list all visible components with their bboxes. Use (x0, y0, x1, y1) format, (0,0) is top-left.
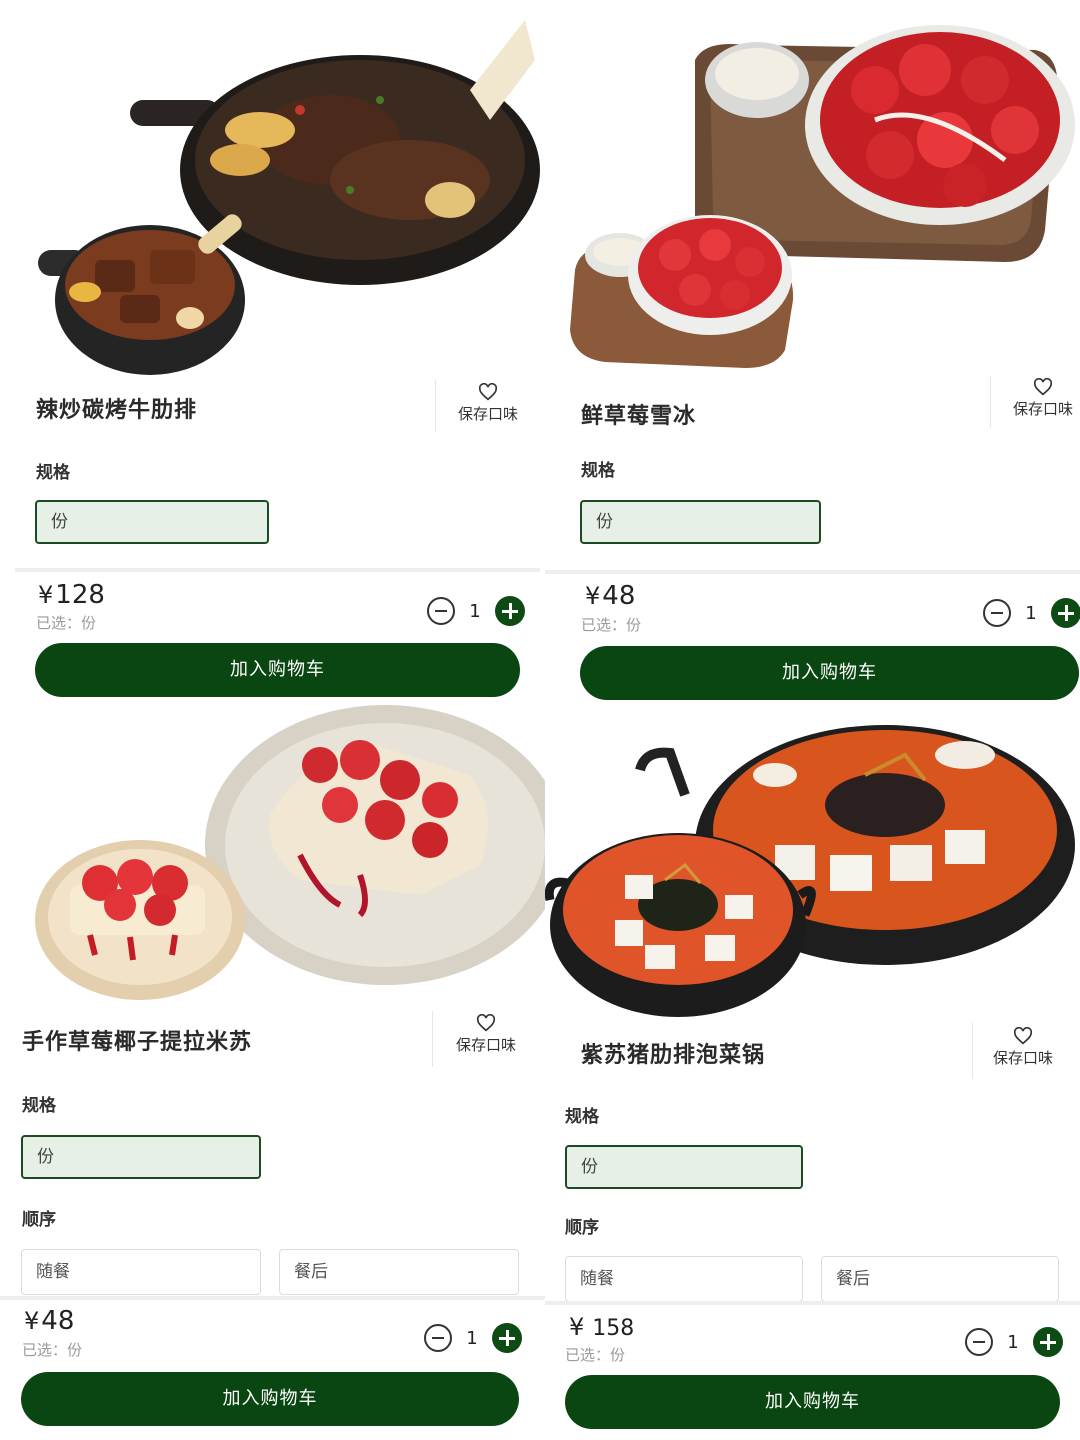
increase-button[interactable] (1051, 598, 1080, 628)
add-to-cart-button[interactable]: 加入购物车 (35, 643, 520, 697)
product-title: 鲜草莓雪冰 (581, 404, 697, 429)
decrease-button[interactable] (427, 597, 455, 625)
divider (545, 570, 1080, 574)
divider (15, 568, 540, 572)
product-image-strawberry-bingsu (545, 0, 1080, 375)
divider (432, 1011, 433, 1067)
product-title: 紫苏猪肋排泡菜锅 (581, 1043, 766, 1068)
divider (972, 1023, 973, 1079)
add-to-cart-button[interactable]: 加入购物车 (580, 646, 1079, 700)
order-option-after-meal[interactable]: 餐后 (279, 1249, 519, 1295)
product-card: 手作草莓椰子提拉米苏 保存口味 规格 份 顺序 随餐 餐后 ¥48 已选：份 1… (0, 705, 565, 1440)
divider (545, 1301, 1080, 1305)
quantity-value: 1 (1007, 1331, 1019, 1353)
heart-icon (1033, 378, 1053, 396)
decrease-button[interactable] (424, 1324, 452, 1352)
price: ¥48 (24, 1306, 74, 1336)
add-to-cart-button[interactable]: 加入购物车 (21, 1372, 519, 1426)
price-value: 48 (41, 1306, 75, 1336)
spec-label: 规格 (36, 463, 70, 483)
order-label: 顺序 (565, 1218, 599, 1238)
spec-option[interactable]: 份 (580, 500, 821, 544)
heart-icon (478, 383, 498, 401)
save-flavor-button[interactable]: 保存口味 (1003, 378, 1080, 419)
product-card: 辣炒碳烤牛肋排 保存口味 规格 份 ¥128 已选：份 1 加入购物车 (0, 0, 540, 705)
order-option-with-meal[interactable]: 随餐 (21, 1249, 261, 1295)
quantity-value: 1 (466, 1327, 478, 1349)
price: ¥128 (38, 580, 105, 610)
order-option-after-meal[interactable]: 餐后 (821, 1256, 1059, 1302)
decrease-button[interactable] (983, 599, 1011, 627)
spec-label: 规格 (22, 1096, 56, 1116)
quantity-stepper: 1 (983, 598, 1080, 628)
save-flavor-button[interactable]: 保存口味 (448, 383, 528, 424)
price-value: 158 (592, 1316, 635, 1341)
spec-option[interactable]: 份 (35, 500, 269, 544)
quantity-value: 1 (469, 600, 481, 622)
product-title: 辣炒碳烤牛肋排 (36, 398, 198, 423)
currency-symbol: ¥ (24, 1307, 40, 1335)
save-flavor-label: 保存口味 (992, 1049, 1053, 1067)
selected-summary: 已选：份 (565, 1346, 626, 1364)
save-flavor-button[interactable]: 保存口味 (446, 1014, 526, 1055)
order-option-with-meal[interactable]: 随餐 (565, 1256, 803, 1302)
order-label: 顺序 (22, 1210, 56, 1230)
save-flavor-label: 保存口味 (457, 405, 518, 423)
product-image-strawberry-tiramisu (0, 705, 565, 1005)
quantity-value: 1 (1025, 602, 1037, 624)
divider (0, 1296, 545, 1300)
increase-button[interactable] (492, 1323, 522, 1353)
decrease-button[interactable] (965, 1328, 993, 1356)
currency-symbol: ¥ (38, 581, 54, 609)
spec-label: 规格 (581, 461, 615, 481)
add-to-cart-button[interactable]: 加入购物车 (565, 1375, 1060, 1429)
product-image-kimchi-hotpot (544, 705, 1080, 1035)
currency-symbol: ¥ (585, 582, 601, 610)
product-card: 紫苏猪肋排泡菜锅 保存口味 规格 份 顺序 随餐 餐后 ¥158 已选：份 1 … (544, 705, 1080, 1440)
increase-button[interactable] (495, 596, 525, 626)
save-flavor-label: 保存口味 (1012, 400, 1073, 418)
price: ¥48 (585, 581, 635, 611)
product-card: 鲜草莓雪冰 保存口味 规格 份 ¥48 已选：份 1 加入购物车 (545, 0, 1080, 705)
heart-icon (476, 1014, 496, 1032)
selected-summary: 已选：份 (36, 614, 97, 632)
divider (435, 380, 436, 432)
quantity-stepper: 1 (427, 596, 525, 626)
save-flavor-button[interactable]: 保存口味 (983, 1027, 1063, 1068)
save-flavor-label: 保存口味 (455, 1036, 516, 1054)
currency-symbol: ¥ (569, 1313, 585, 1341)
quantity-stepper: 1 (965, 1327, 1063, 1357)
heart-icon (1013, 1027, 1033, 1045)
price-value: 48 (602, 581, 636, 611)
price: ¥158 (569, 1313, 634, 1341)
selected-summary: 已选：份 (22, 1341, 83, 1359)
selected-summary: 已选：份 (581, 616, 642, 634)
spec-option[interactable]: 份 (565, 1145, 803, 1189)
price-value: 128 (55, 580, 105, 610)
divider (990, 376, 991, 428)
product-title: 手作草莓椰子提拉米苏 (22, 1030, 253, 1055)
spec-option[interactable]: 份 (21, 1135, 261, 1179)
increase-button[interactable] (1033, 1327, 1063, 1357)
quantity-stepper: 1 (424, 1323, 522, 1353)
spec-label: 规格 (565, 1107, 599, 1127)
product-image-beef-short-rib (0, 0, 540, 380)
